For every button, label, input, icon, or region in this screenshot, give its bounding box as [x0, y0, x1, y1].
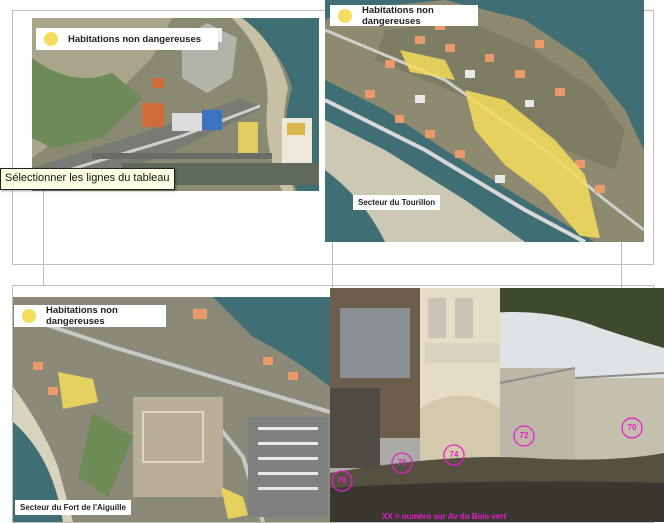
yellow-dot-icon — [22, 309, 36, 323]
house-number-label: 72 — [519, 431, 529, 440]
house-number-label: 76 — [397, 458, 407, 467]
house-number-label: 74 — [449, 450, 459, 459]
connector-right — [621, 240, 622, 288]
tooltip: Sélectionner les lignes du tableau — [0, 168, 175, 190]
legend-label: Habitations non dangereuses — [46, 305, 118, 327]
house-number-label: 78 — [337, 476, 347, 485]
sector-label-fort-aiguille: Secteur du Fort de l'Aiguille — [15, 500, 131, 515]
legend-label: Habitations non dangereuses — [362, 4, 434, 27]
connector-mid — [332, 240, 333, 290]
legend-label: Habitations non dangereuses — [68, 33, 202, 45]
connector-left — [43, 188, 44, 285]
house-number-label: 70 — [627, 423, 637, 432]
aerial-photo-fort-aiguille — [13, 297, 330, 522]
yellow-dot-icon — [338, 8, 352, 23]
yellow-dot-icon — [44, 32, 58, 46]
sector-label-tourillon: Secteur du Tourillon — [353, 195, 441, 210]
legend-fort-aiguille: Habitations non dangereuses — [14, 305, 166, 327]
legend-top-left: Habitations non dangereuses — [36, 28, 218, 50]
street-photo-facades: 76 74 72 70 78 XX = numéro sur Av du Boi… — [330, 288, 664, 522]
legend-tourillon: Habitations non dangereuses — [330, 4, 478, 27]
photo-caption: XX = numéro sur Av du Bois vert — [382, 512, 507, 521]
